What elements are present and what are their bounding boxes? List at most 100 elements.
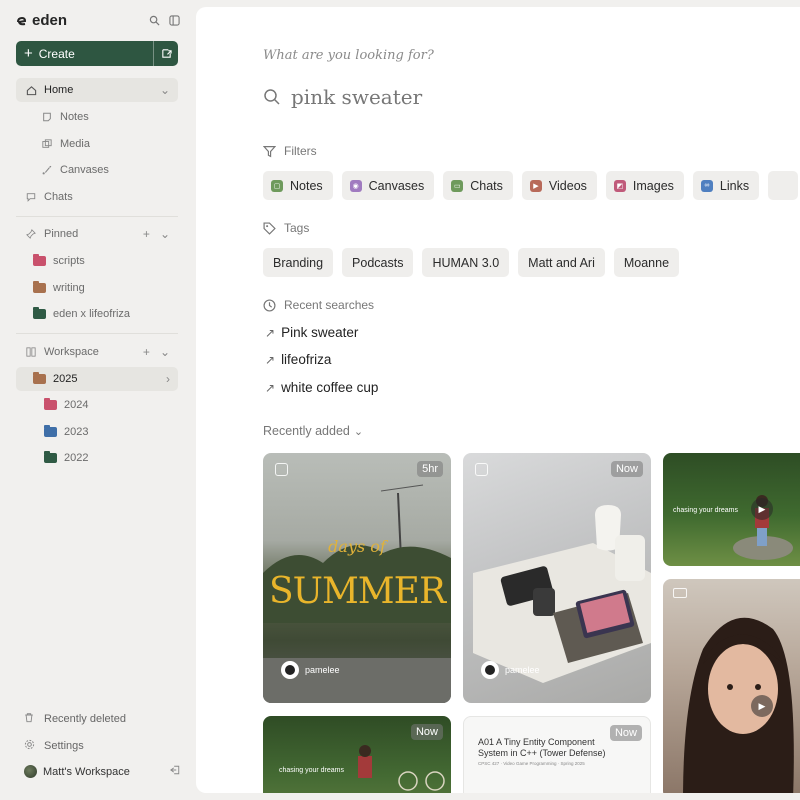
camera-icon xyxy=(275,463,288,476)
filter-icon xyxy=(263,145,276,157)
quick-create-button[interactable] xyxy=(153,41,178,66)
arrow-up-right-icon: ↗ xyxy=(265,352,276,367)
chevron-right-icon[interactable]: › xyxy=(166,372,170,386)
filter-chip-canvases[interactable]: ◉ Canvases xyxy=(341,171,435,200)
video-icon xyxy=(673,588,687,598)
search-bar xyxy=(263,85,591,109)
sidebar-item-canvases[interactable]: Canvases xyxy=(16,158,178,182)
sidebar-item-2023[interactable]: 2023 xyxy=(16,420,178,444)
avatar xyxy=(281,661,299,679)
workspace-name: Matt's Workspace xyxy=(43,765,130,778)
pin-icon xyxy=(24,227,38,241)
filter-chip-overflow[interactable] xyxy=(768,171,799,200)
video-icon: ▶ xyxy=(529,179,542,192)
settings-label: Settings xyxy=(44,740,84,752)
filter-chip-chats[interactable]: ▭ Chats xyxy=(443,171,513,200)
sidebar-item-writing[interactable]: writing xyxy=(16,276,178,300)
sidebar-item-media[interactable]: Media xyxy=(16,132,178,156)
filter-chip-label: Chats xyxy=(470,178,503,193)
logout-icon[interactable] xyxy=(170,765,180,778)
create-button-group: + Create xyxy=(16,41,178,66)
canvas-icon: ◉ xyxy=(349,179,362,192)
filter-chip-links[interactable]: ∞ Links xyxy=(692,171,760,200)
search-icon xyxy=(264,89,280,105)
media-card[interactable]: Now pamelee xyxy=(463,453,651,703)
filters-heading: Filters xyxy=(263,144,317,158)
recent-search-label: white coffee cup xyxy=(281,380,379,395)
video-caption: chasing your dreams xyxy=(279,767,344,774)
tag-chip[interactable]: Podcasts xyxy=(342,248,414,277)
sidebar-item-scripts[interactable]: scripts xyxy=(16,249,178,273)
sidebar: eden + Create Home ⌄ Notes Media Canvase… xyxy=(0,0,196,800)
workspace-icon xyxy=(24,345,38,359)
sidebar-item-label: Media xyxy=(60,138,90,150)
folder-icon xyxy=(33,281,46,293)
settings-link[interactable]: Settings xyxy=(24,739,180,753)
media-card[interactable]: 5hr days of SUMMER pamelee xyxy=(263,453,451,703)
card-title-big: SUMMER xyxy=(268,571,446,612)
folder-icon xyxy=(44,425,57,437)
card-thumbnail xyxy=(683,617,794,793)
sidebar-item-2022[interactable]: 2022 xyxy=(16,446,178,470)
recent-search-label: lifeofriza xyxy=(281,352,332,367)
sidebar-item-label: 2023 xyxy=(64,426,89,438)
card-title-small: days of xyxy=(328,537,386,556)
chevron-down-icon[interactable]: ⌄ xyxy=(160,345,170,359)
media-card[interactable]: chasing your dreams ▶ xyxy=(663,453,800,566)
recent-search-item[interactable]: ↗ Pink sweater xyxy=(265,325,358,340)
sidebar-item-label: Home xyxy=(44,84,74,96)
author-name: pamelee xyxy=(305,665,340,675)
sidebar-item-label: writing xyxy=(53,282,85,294)
sidebar-item-2025[interactable]: 2025 › xyxy=(16,367,178,391)
media-card[interactable]: Now chasing your dreams xyxy=(263,716,451,793)
recently-deleted-link[interactable]: Recently deleted xyxy=(24,712,180,726)
play-icon[interactable]: ▶ xyxy=(751,498,773,520)
workspace-switcher[interactable]: Matt's Workspace xyxy=(24,765,180,778)
search-icon[interactable] xyxy=(148,14,160,26)
tags-label: Tags xyxy=(284,221,310,235)
chat-icon xyxy=(24,190,38,204)
filter-chip-images[interactable]: ◩ Images xyxy=(605,171,684,200)
recent-search-item[interactable]: ↗ white coffee cup xyxy=(265,380,378,395)
create-button[interactable]: + Create xyxy=(16,41,153,66)
add-pinned-icon[interactable]: + xyxy=(143,227,150,241)
filter-chip-label: Images xyxy=(632,178,674,193)
filter-chips: ▢ Notes ◉ Canvases ▭ Chats ▶ Videos ◩ Images … xyxy=(263,171,799,200)
sidebar-item-2024[interactable]: 2024 xyxy=(16,393,178,417)
tag-chip[interactable]: Matt and Ari xyxy=(518,248,605,277)
recent-searches-heading: Recent searches xyxy=(263,298,374,312)
filter-chip-notes[interactable]: ▢ Notes xyxy=(263,171,333,200)
media-card[interactable]: Now A01 A Tiny Entity Component System i… xyxy=(463,716,651,793)
recent-search-item[interactable]: ↗ lifeofriza xyxy=(265,352,331,367)
tag-chip[interactable]: Moanne xyxy=(613,248,680,277)
sidebar-section-pinned[interactable]: Pinned + ⌄ xyxy=(16,222,178,246)
play-icon[interactable]: ▶ xyxy=(751,695,773,717)
arrow-up-right-icon: ↗ xyxy=(265,325,276,340)
link-icon: ∞ xyxy=(700,179,713,192)
sidebar-section-workspace[interactable]: Workspace + ⌄ xyxy=(16,340,178,364)
media-card[interactable]: ▶ xyxy=(663,579,800,793)
recently-added-dropdown[interactable]: Recently added ⌄ xyxy=(263,424,363,438)
chevron-down-icon[interactable]: ⌄ xyxy=(160,227,170,241)
sidebar-item-home[interactable]: Home ⌄ xyxy=(16,78,178,102)
brand-logo[interactable]: eden xyxy=(16,12,67,29)
slide-title: A01 A Tiny Entity Component System in C+… xyxy=(478,737,606,758)
collapse-sidebar-icon[interactable] xyxy=(168,14,180,26)
folder-icon xyxy=(33,372,46,384)
tag-chip[interactable]: HUMAN 3.0 xyxy=(422,248,510,277)
tag-chips: Branding Podcasts HUMAN 3.0 Matt and Ari… xyxy=(263,248,680,277)
sidebar-item-chats[interactable]: Chats xyxy=(16,185,178,209)
folder-icon xyxy=(33,307,46,319)
sidebar-item-label: Canvases xyxy=(60,164,109,176)
sidebar-item-notes[interactable]: Notes xyxy=(16,105,178,129)
sidebar-item-eden-x-lifeofriza[interactable]: eden x lifeofriza xyxy=(16,302,178,326)
time-badge: Now xyxy=(410,724,443,740)
tag-chip[interactable]: Branding xyxy=(263,248,334,277)
add-workspace-icon[interactable]: + xyxy=(143,345,150,359)
search-input[interactable] xyxy=(291,85,591,109)
filter-chip-videos[interactable]: ▶ Videos xyxy=(521,171,597,200)
camera-icon xyxy=(475,463,488,476)
chevron-down-icon[interactable]: ⌄ xyxy=(160,83,170,97)
media-icon xyxy=(40,137,54,151)
sidebar-item-label: Chats xyxy=(44,191,73,203)
